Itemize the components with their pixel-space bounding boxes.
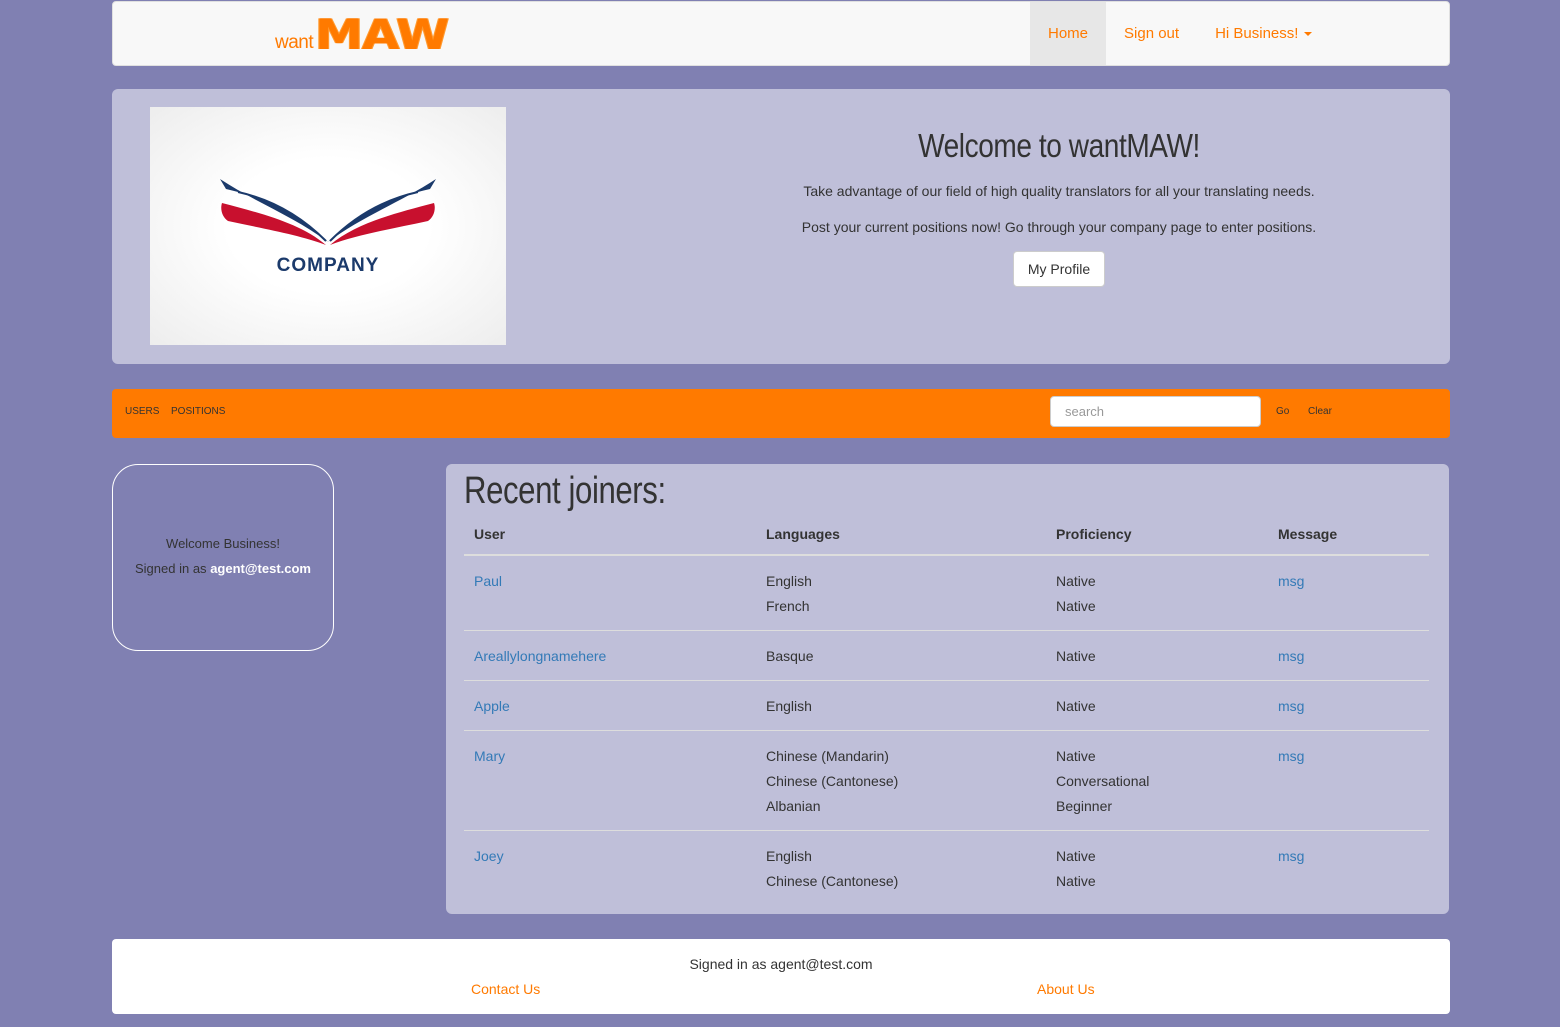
signed-in-email: agent@test.com: [210, 561, 311, 576]
proficiency: Native: [1056, 698, 1096, 714]
proficiency: Native: [1056, 573, 1096, 589]
language: French: [766, 598, 810, 614]
user-link[interactable]: Paul: [474, 573, 502, 589]
proficiency: Native: [1056, 648, 1096, 664]
go-button[interactable]: Go: [1276, 406, 1289, 417]
table-row: Paul English French Native Native msg: [464, 555, 1429, 631]
welcome-business: Welcome Business!: [166, 536, 280, 551]
language: Albanian: [766, 798, 821, 814]
msg-link[interactable]: msg: [1278, 573, 1304, 589]
user-link[interactable]: Joey: [474, 848, 504, 864]
contact-us-link[interactable]: Contact Us: [471, 981, 540, 997]
col-user: User: [464, 524, 756, 556]
proficiency: Native: [1056, 873, 1096, 889]
language: English: [766, 698, 812, 714]
tab-positions[interactable]: POSITIONS: [171, 406, 225, 417]
language: English: [766, 848, 812, 864]
wings-logo-icon: [220, 179, 436, 245]
language: English: [766, 573, 812, 589]
user-menu-label: Hi Business!: [1215, 25, 1299, 42]
welcome-jumbotron: COMPANY Welcome to wantMAW! Take advanta…: [112, 89, 1450, 364]
about-us-link[interactable]: About Us: [1037, 981, 1095, 997]
proficiency: Native: [1056, 748, 1096, 764]
signed-in-line: Signed in as agent@test.com: [113, 556, 333, 581]
footer-signed-in: Signed in as agent@test.com: [689, 956, 873, 972]
language: Basque: [766, 648, 814, 664]
brand-want: want: [275, 32, 314, 53]
nav-home[interactable]: Home: [1030, 2, 1107, 65]
page-footer: Signed in as agent@test.com Contact Us A…: [112, 939, 1450, 1014]
proficiency: Beginner: [1056, 798, 1113, 814]
recent-joiners-table: User Languages Proficiency Message Paul …: [464, 524, 1429, 905]
welcome-card: Welcome Business! Signed in as agent@tes…: [112, 464, 334, 651]
welcome-line-2: Post your current positions now! Go thro…: [801, 219, 1317, 235]
tab-users[interactable]: USERS: [125, 406, 159, 417]
nav-links: Home Sign out Hi Business!: [1030, 2, 1330, 65]
logo-text: COMPANY: [276, 255, 380, 276]
chevron-down-icon: [1304, 31, 1313, 36]
msg-link[interactable]: msg: [1278, 698, 1304, 714]
welcome-block: Welcome to wantMAW! Take advantage of ou…: [672, 127, 1446, 287]
signed-in-prefix: Signed in as: [135, 561, 207, 576]
language: Chinese (Cantonese): [766, 773, 899, 789]
table-row: Areallylongnamehere Basque Native msg: [464, 630, 1429, 681]
nav-sign-out[interactable]: Sign out: [1106, 2, 1197, 65]
msg-link[interactable]: msg: [1278, 648, 1304, 664]
search-input[interactable]: [1050, 396, 1261, 427]
msg-link[interactable]: msg: [1278, 748, 1304, 764]
welcome-title: Welcome to wantMAW!: [918, 127, 1200, 164]
recent-joiners-panel: Recent joiners: User Languages Proficien…: [446, 464, 1449, 914]
my-profile-button[interactable]: My Profile: [1012, 251, 1106, 287]
proficiency: Native: [1056, 848, 1096, 864]
table-header-row: User Languages Proficiency Message: [464, 524, 1429, 556]
proficiency: Native: [1056, 598, 1096, 614]
msg-link[interactable]: msg: [1278, 848, 1304, 864]
language: Chinese (Mandarin): [766, 748, 889, 764]
brand-maw: MAW: [315, 10, 449, 59]
nav-user-menu[interactable]: Hi Business!: [1197, 2, 1330, 65]
table-row: Apple English Native msg: [464, 680, 1429, 731]
col-languages: Languages: [756, 524, 1046, 556]
table-row: Joey English Chinese (Cantonese) Native Na…: [464, 830, 1429, 905]
welcome-line-1: Take advantage of our field of high qual…: [803, 183, 1315, 199]
language: Chinese (Cantonese): [766, 873, 899, 889]
recent-joiners-heading: Recent joiners:: [464, 470, 666, 512]
company-logo: COMPANY: [150, 107, 506, 345]
brand-logo[interactable]: want MAW: [275, 12, 449, 56]
top-navbar: want MAW Home Sign out Hi Business!: [112, 1, 1450, 66]
table-row: Mary Chinese (Mandarin) Chinese (Cantones…: [464, 730, 1429, 831]
col-message: Message: [1268, 524, 1429, 556]
clear-button[interactable]: Clear: [1308, 406, 1332, 417]
user-link[interactable]: Areallylongnamehere: [474, 648, 606, 664]
orange-toolbar: USERS POSITIONS Go Clear: [112, 389, 1450, 438]
col-proficiency: Proficiency: [1046, 524, 1268, 556]
user-link[interactable]: Mary: [474, 748, 505, 764]
proficiency: Conversational: [1056, 773, 1150, 789]
user-link[interactable]: Apple: [474, 698, 510, 714]
